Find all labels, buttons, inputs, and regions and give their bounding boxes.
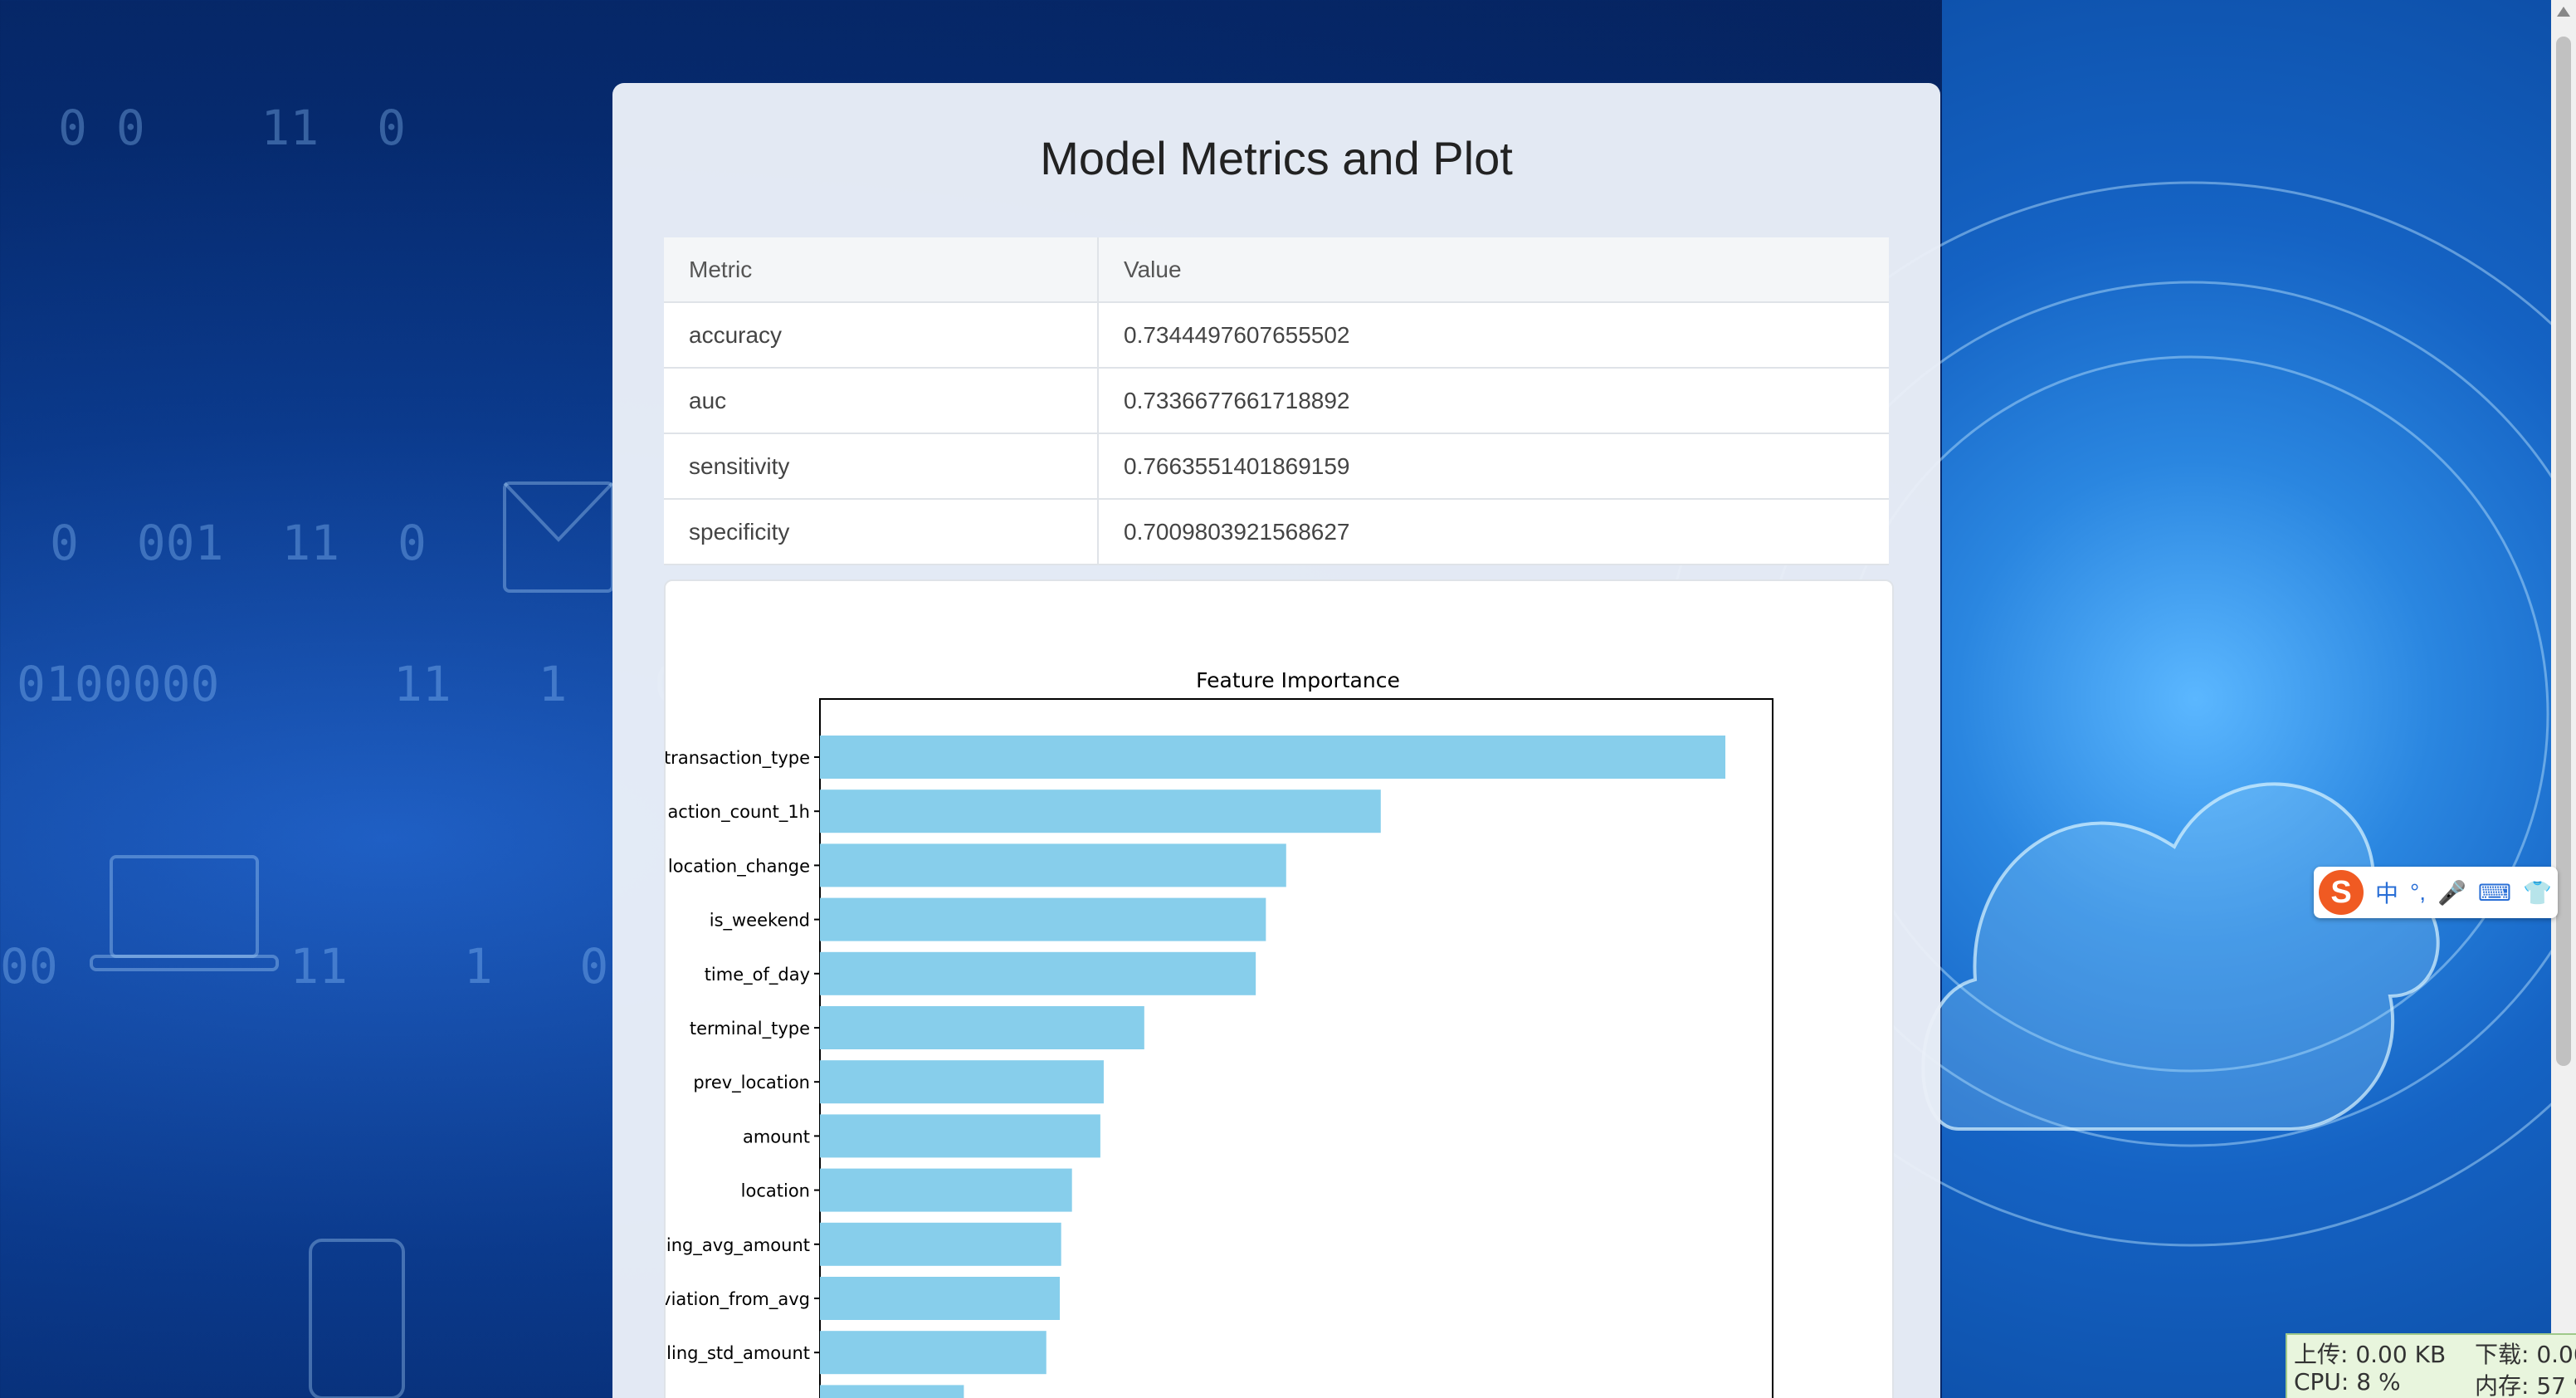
upload-speed: 上传: 0.00 KB bbox=[2294, 1341, 2447, 1368]
sogou-logo-icon[interactable]: S bbox=[2319, 870, 2364, 915]
background-digits: 00 11 1 0 bbox=[0, 938, 609, 995]
page-title: Model Metrics and Plot bbox=[1040, 132, 1513, 184]
y-tick-label: transaction_type bbox=[666, 748, 810, 769]
feature-importance-chart: Feature Importance transaction_typeactio… bbox=[666, 668, 1773, 1398]
background-digits: 0 0 11 0 bbox=[58, 100, 407, 156]
skin-icon[interactable]: 👕 bbox=[2523, 879, 2552, 907]
bar-amount bbox=[820, 1114, 1100, 1158]
memory-usage: 内存: 57 % bbox=[2475, 1372, 2576, 1398]
metric-value: 0.7344497607655502 bbox=[1098, 302, 1889, 369]
bar-viation_from_avg bbox=[820, 1277, 1061, 1320]
chart-title: Feature Importance bbox=[1196, 668, 1400, 692]
y-tick-label: action_count_1h bbox=[667, 802, 810, 823]
metric-name: sensitivity bbox=[664, 433, 1099, 500]
y-tick-label: viation_from_avg bbox=[666, 1289, 810, 1310]
bar-location bbox=[820, 1168, 1072, 1212]
y-tick-label: ing_avg_amount bbox=[666, 1235, 810, 1256]
bar-prev_location bbox=[820, 1060, 1104, 1104]
metric-name: specificity bbox=[664, 499, 1099, 565]
y-tick-label: location bbox=[741, 1181, 810, 1201]
metric-name: auc bbox=[664, 368, 1099, 434]
bar-location_change bbox=[820, 843, 1286, 887]
network-monitor: 上传: 0.00 KB 下载: 0.00 CPU: 8 % 内存: 57 % bbox=[2286, 1333, 2576, 1398]
bar-ing_avg_amount bbox=[820, 1222, 1061, 1266]
bar-transaction_type bbox=[820, 736, 1726, 779]
keyboard-icon[interactable]: ⌨ bbox=[2478, 879, 2511, 907]
metric-name: accuracy bbox=[664, 302, 1099, 369]
mic-icon[interactable]: 🎤 bbox=[2437, 879, 2466, 907]
metrics-table: Metric Value accuracy 0.7344497607655502… bbox=[664, 237, 1889, 565]
table-row: auc 0.7336677661718892 bbox=[664, 368, 1889, 434]
ime-mode-toggle[interactable]: 中 bbox=[2375, 876, 2398, 909]
vertical-scrollbar[interactable] bbox=[2551, 0, 2576, 1398]
table-row: sensitivity 0.7663551401869159 bbox=[664, 433, 1889, 500]
metric-value: 0.7663551401869159 bbox=[1098, 433, 1889, 500]
column-header-metric: Metric bbox=[664, 237, 1099, 303]
background-digits: 0 001 11 0 bbox=[50, 515, 427, 571]
bar-time_of_day bbox=[820, 951, 1256, 995]
table-header-row: Metric Value bbox=[664, 237, 1889, 303]
y-tick-label: prev_location bbox=[693, 1073, 810, 1093]
scroll-up-arrow-icon[interactable] bbox=[2557, 7, 2570, 17]
background-digits: 0100000 11 1 0 bbox=[17, 656, 684, 712]
background-cloud-area bbox=[1942, 0, 2576, 1398]
table-row: specificity 0.7009803921568627 bbox=[664, 499, 1889, 565]
ime-punctuation-toggle[interactable]: °, bbox=[2410, 879, 2426, 906]
metrics-panel: Model Metrics and Plot Metric Value accu… bbox=[612, 83, 1940, 1398]
bar-is_weekend bbox=[820, 897, 1266, 941]
column-header-value: Value bbox=[1098, 237, 1889, 303]
bar-ling_std_amount bbox=[820, 1331, 1046, 1375]
y-tick-label: terminal_type bbox=[690, 1019, 810, 1039]
y-tick-label: location_change bbox=[668, 856, 810, 877]
bar-action_count_1h bbox=[820, 789, 1381, 833]
y-tick-label: amount bbox=[743, 1127, 810, 1146]
download-speed: 下载: 0.00 bbox=[2475, 1341, 2576, 1368]
y-tick-label: ling_std_amount bbox=[666, 1343, 810, 1364]
table-row: accuracy 0.7344497607655502 bbox=[664, 302, 1889, 369]
metric-value: 0.7009803921568627 bbox=[1098, 499, 1889, 565]
cpu-usage: CPU: 8 % bbox=[2294, 1368, 2401, 1396]
y-tick-label: time_of_day bbox=[705, 965, 810, 985]
y-tick-label: is_weekend bbox=[710, 911, 810, 931]
scroll-thumb[interactable] bbox=[2556, 37, 2571, 1066]
ime-toolbar[interactable]: S 中 °, 🎤 ⌨ 👕 bbox=[2314, 867, 2558, 918]
bar-terminal_type bbox=[820, 1006, 1144, 1049]
metric-value: 0.7336677661718892 bbox=[1098, 368, 1889, 434]
bar-currency bbox=[820, 1385, 964, 1398]
plot-card: Feature Importance transaction_typeactio… bbox=[664, 579, 1894, 1398]
